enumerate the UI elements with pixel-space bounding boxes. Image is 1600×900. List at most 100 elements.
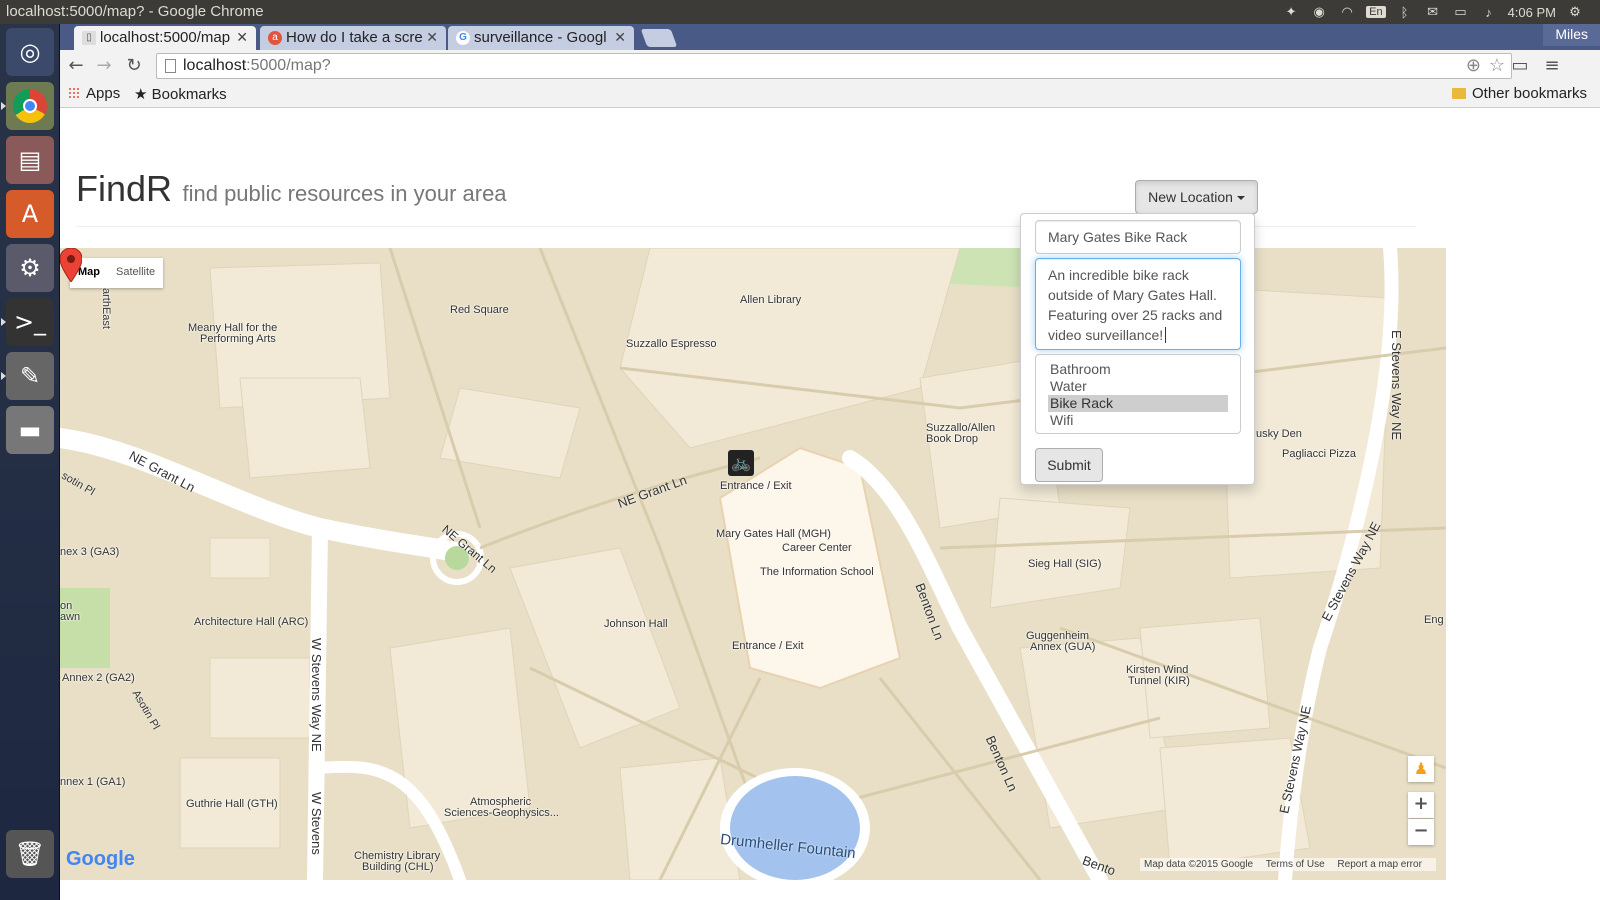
power-gear-icon[interactable]: ⚙ (1566, 4, 1584, 20)
forward-arrow-icon[interactable]: → (92, 54, 116, 78)
resource-type-option[interactable]: Wifi (1048, 412, 1228, 429)
map-label: Annex (GUA) (1030, 641, 1096, 653)
map-label: Building (CHL) (362, 861, 434, 873)
caret-down-icon (1236, 196, 1245, 200)
tab-label: localhost:5000/map (100, 29, 231, 46)
map-pin-marker-icon[interactable] (60, 248, 82, 282)
system-settings-icon[interactable]: ⚙ (6, 244, 54, 292)
new-location-button[interactable]: New Location (1135, 180, 1258, 214)
resource-type-option[interactable]: Bike Rack (1048, 395, 1228, 412)
mail-icon[interactable]: ✉ (1424, 4, 1442, 20)
map-label: Annex 2 (GA2) (62, 672, 135, 684)
software-center-icon[interactable]: A (6, 190, 54, 238)
page-icon (165, 59, 176, 73)
tab-label: How do I take a scre (286, 29, 423, 46)
dash-home-icon[interactable]: ◎ (6, 28, 54, 76)
map-type-satellite-button[interactable]: Satellite (108, 258, 163, 288)
wifi-icon[interactable]: ◠ (1338, 4, 1356, 20)
text-editor-icon[interactable]: ✎ (1, 352, 54, 400)
terms-of-use-link[interactable]: Terms of Use (1266, 859, 1325, 870)
map-label: Pagliacci Pizza (1282, 448, 1356, 460)
map-label: Entrance / Exit (732, 640, 804, 652)
map-label: Guthrie Hall (GTH) (186, 798, 278, 810)
bookmarks-label: Bookmarks (151, 86, 227, 103)
folder-icon (1452, 88, 1466, 99)
close-tab-icon[interactable]: ✕ (236, 29, 248, 46)
close-tab-icon[interactable]: ✕ (426, 29, 438, 46)
browser-toolbar: ← → ↻ localhost:5000/map? ⊕ ☆ ▭ ≡ (60, 50, 1600, 82)
clock[interactable]: 4:06 PM (1508, 5, 1556, 20)
close-tab-icon[interactable]: ✕ (614, 29, 626, 46)
location-description-textarea[interactable]: An incredible bike rack outside of Mary … (1035, 258, 1241, 350)
zoom-in-button[interactable]: + (1408, 792, 1434, 818)
map-data-credit: Map data ©2015 Google (1144, 859, 1254, 870)
address-bar[interactable]: localhost:5000/map? ⊕ ☆ (156, 53, 1512, 79)
volume-icon[interactable]: ♪ (1480, 4, 1498, 20)
bluetooth-icon[interactable]: ᛒ (1396, 4, 1414, 20)
battery-icon[interactable]: ▭ (1452, 4, 1470, 20)
files-launcher-icon[interactable]: ▤ (6, 136, 54, 184)
address-path: :5000/map? (246, 57, 331, 74)
map-label: Suzzallo Espresso (626, 338, 717, 350)
bookmarks-shortcut[interactable]: ★ Bookmarks (134, 85, 227, 103)
resource-type-select[interactable]: Bathroom Water Bike Rack Wifi (1035, 354, 1241, 434)
address-host: localhost (183, 57, 247, 74)
tab-findr-map[interactable]: ▯ localhost:5000/map ✕ (74, 26, 256, 50)
askubuntu-favicon-icon: a (268, 31, 282, 45)
map-label: nnex 1 (GA1) (60, 776, 126, 788)
apps-grid-icon (68, 87, 80, 99)
map-label: Mary Gates Hall (MGH) (716, 528, 831, 540)
new-location-label: New Location (1148, 189, 1233, 205)
text-cursor (1165, 327, 1167, 343)
resource-type-option[interactable]: Bathroom (1048, 361, 1228, 378)
cast-icon[interactable]: ▭ (1508, 54, 1532, 78)
map-label: Architecture Hall (ARC) (194, 616, 309, 628)
street-view-pegman-icon[interactable]: ♟ (1408, 756, 1434, 782)
new-location-form: Mary Gates Bike Rack An incredible bike … (1020, 213, 1255, 485)
browser-tab-strip: ▯ localhost:5000/map ✕ a How do I take a… (60, 24, 1600, 50)
system-tray: ✦ ◉ ◠ En ᛒ ✉ ▭ ♪ 4:06 PM ⚙ (1282, 0, 1600, 24)
bookmark-star-icon[interactable]: ☆ (1489, 55, 1505, 76)
input-method-indicator[interactable]: En (1366, 6, 1386, 18)
map-label: arthEast (100, 288, 112, 329)
page-favicon-icon: ▯ (82, 31, 96, 45)
location-target-icon[interactable]: ⊕ (1466, 55, 1481, 76)
map-label: Career Center (782, 542, 852, 554)
google-logo-text: Google (66, 848, 135, 870)
disk-drive-icon[interactable]: ▬ (6, 406, 54, 454)
tab-label: surveillance - Googl (474, 29, 607, 46)
menu-hamburger-icon[interactable]: ≡ (1540, 54, 1564, 78)
reload-icon[interactable]: ↻ (122, 54, 146, 78)
report-map-error-link[interactable]: Report a map error (1337, 859, 1421, 870)
profile-button[interactable]: Miles (1543, 24, 1600, 46)
tab-askubuntu[interactable]: a How do I take a scre ✕ (260, 26, 446, 50)
location-name-input[interactable]: Mary Gates Bike Rack (1035, 220, 1241, 254)
description-text: An incredible bike rack outside of Mary … (1048, 267, 1227, 343)
map-label: Book Drop (926, 433, 978, 445)
submit-button[interactable]: Submit (1035, 448, 1103, 482)
back-arrow-icon[interactable]: ← (64, 54, 88, 78)
terminal-icon[interactable]: >_ (1, 298, 54, 346)
apps-shortcut[interactable]: Apps (68, 85, 120, 102)
google-favicon-icon: G (456, 31, 470, 45)
trash-icon[interactable]: 🗑 (6, 830, 54, 878)
dropbox-icon[interactable]: ✦ (1282, 4, 1300, 20)
google-logo[interactable]: Google (66, 848, 135, 871)
map-label: awn (60, 611, 81, 623)
resource-type-option[interactable]: Water (1048, 378, 1228, 395)
zoom-out-button[interactable]: − (1408, 819, 1434, 845)
chrome-tray-icon[interactable]: ◉ (1310, 4, 1328, 20)
brand-name: FindR (76, 168, 173, 209)
apps-label: Apps (86, 85, 121, 102)
map-footer: Map data ©2015 Google Terms of Use Repor… (1140, 858, 1436, 871)
other-bookmarks[interactable]: Other bookmarks (1452, 85, 1587, 102)
new-tab-button[interactable] (640, 29, 678, 47)
bike-rack-marker-icon[interactable]: 🚲 (728, 450, 754, 476)
window-title: localhost:5000/map? - Google Chrome (6, 3, 264, 20)
page-header: FindR find public resources in your area (76, 168, 507, 210)
map-type-control: Map Satellite (70, 258, 164, 288)
chrome-launcher-icon[interactable] (1, 82, 54, 130)
road-label: W Stevens (309, 792, 324, 855)
map-label: Performing Arts (200, 333, 276, 345)
tab-google-search[interactable]: G surveillance - Googl ✕ (448, 26, 634, 50)
